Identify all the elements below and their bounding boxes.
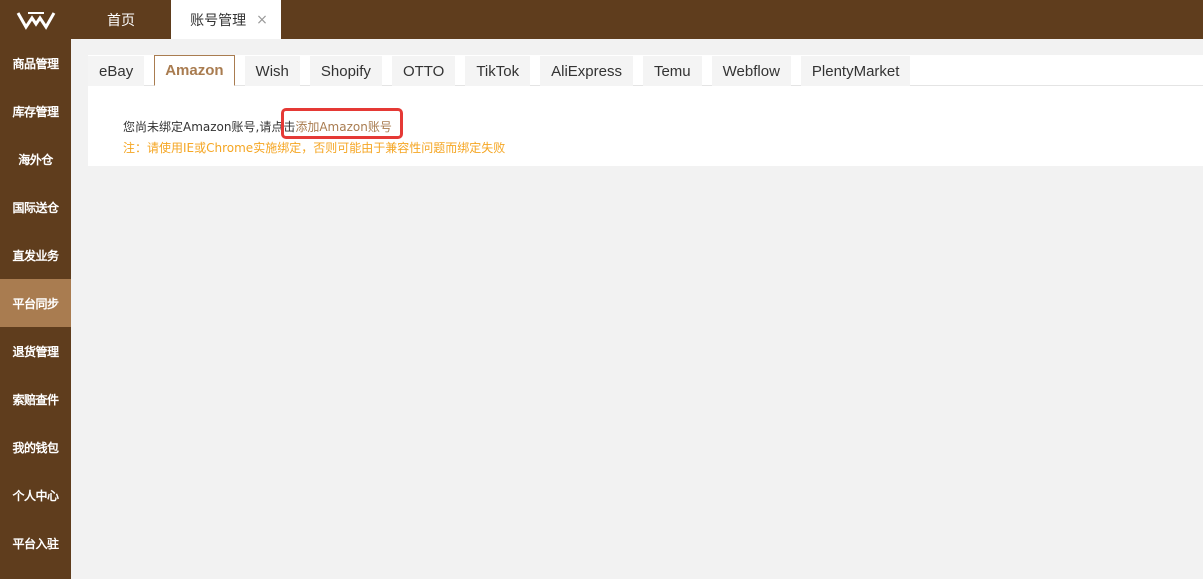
sidebar-item-claims[interactable]: 索赔查件 [0, 375, 71, 423]
logo-icon[interactable] [0, 0, 71, 39]
tab-amazon[interactable]: Amazon [154, 55, 235, 86]
sidebar-item-wallet[interactable]: 我的钱包 [0, 423, 71, 471]
sidebar-item-direct-shipping[interactable]: 直发业务 [0, 231, 71, 279]
tab-account-management[interactable]: 账号管理 × [171, 0, 281, 39]
sidebar-item-profile[interactable]: 个人中心 [0, 471, 71, 519]
tab-temu[interactable]: Temu [642, 56, 702, 86]
tab-home-label: 首页 [107, 12, 135, 29]
close-icon[interactable]: × [256, 13, 268, 27]
tab-tiktok[interactable]: TikTok [465, 56, 531, 86]
tab-plentymarket[interactable]: PlentyMarket [800, 56, 911, 86]
add-amazon-account-link[interactable]: 添加Amazon账号 [295, 120, 392, 134]
tab-wish[interactable]: Wish [244, 56, 300, 86]
unbound-message: 您尚未绑定Amazon账号,请点击添加Amazon账号 [123, 118, 392, 135]
unbound-message-text: 您尚未绑定Amazon账号,请点击 [123, 120, 296, 134]
tab-home[interactable]: 首页 [71, 0, 171, 39]
tab-account-management-label: 账号管理 [190, 12, 247, 29]
sidebar-item-products[interactable]: 商品管理 [0, 39, 71, 87]
sidebar-item-international-shipping[interactable]: 国际送仓 [0, 183, 71, 231]
tab-ebay[interactable]: eBay [88, 56, 145, 86]
compatibility-note: 注：请使用IE或Chrome实施绑定，否则可能由于兼容性问题而绑定失败 [123, 141, 506, 155]
tab-webflow[interactable]: Webflow [711, 56, 791, 86]
sidebar-item-overseas-warehouse[interactable]: 海外仓 [0, 135, 71, 183]
sidebar-item-returns[interactable]: 退货管理 [0, 327, 71, 375]
sidebar-item-platform-sync[interactable]: 平台同步 [0, 279, 71, 327]
tab-aliexpress[interactable]: AliExpress [540, 56, 633, 86]
top-bar: 首页 账号管理 × [0, 0, 1203, 39]
app-root: 首页 账号管理 × 商品管理 库存管理 海外仓 国际送仓 直发业务 平台同步 退… [0, 0, 1203, 579]
sidebar: 商品管理 库存管理 海外仓 国际送仓 直发业务 平台同步 退货管理 索赔查件 我… [0, 39, 71, 579]
sidebar-item-inventory[interactable]: 库存管理 [0, 87, 71, 135]
tab-otto[interactable]: OTTO [391, 56, 456, 86]
tab-shopify[interactable]: Shopify [309, 56, 382, 86]
sidebar-item-platform-onboarding[interactable]: 平台入驻 [0, 519, 71, 567]
platform-tabs: eBay Amazon Wish Shopify OTTO TikTok Ali… [88, 55, 920, 86]
